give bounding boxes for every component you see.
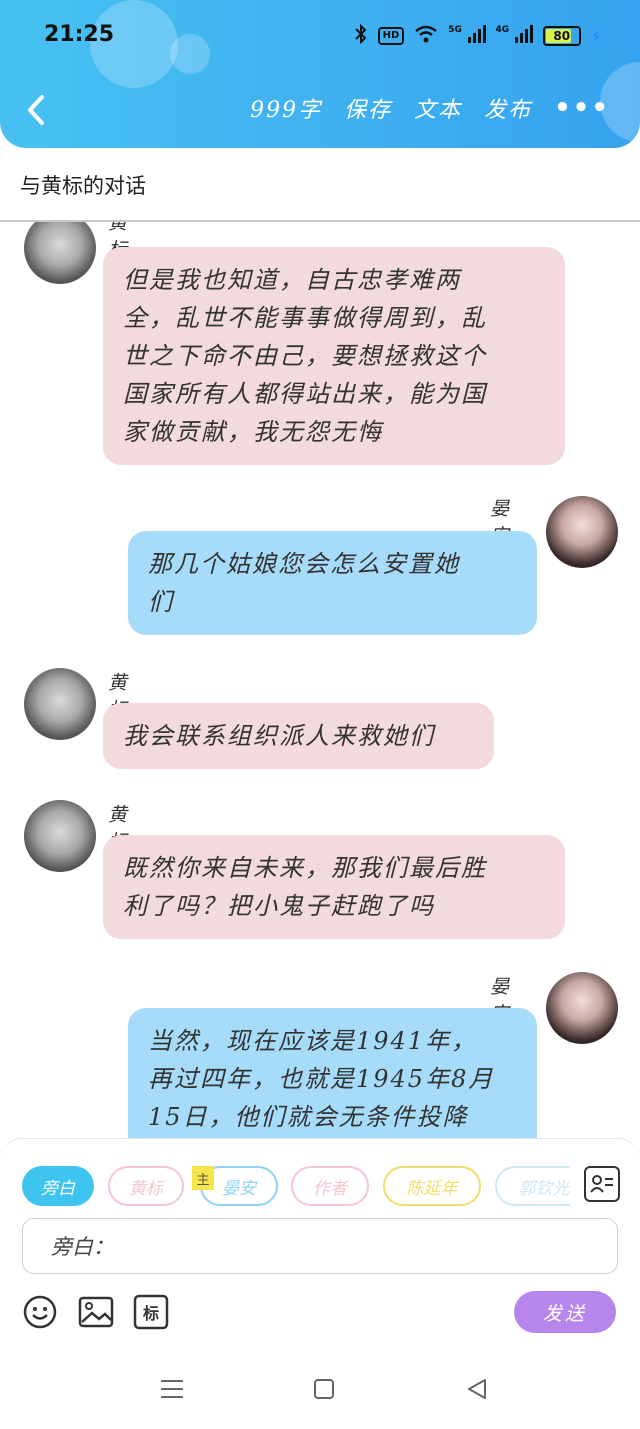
avatar-huangbiao[interactable] <box>24 668 96 740</box>
message-line: 那几个姑娘您会怎么安置她 <box>148 550 460 578</box>
publish-button[interactable]: 发布 <box>484 92 532 124</box>
nav-row: 999字 保存 文本 发布 ••• <box>0 86 640 136</box>
role-chip-author[interactable]: 作者 <box>291 1166 369 1206</box>
message-line: 全，乱世不能事事做得周到，乱 <box>123 304 487 332</box>
nav-actions: 999字 保存 文本 发布 ••• <box>250 92 610 124</box>
emoji-button[interactable] <box>22 1294 58 1330</box>
back-triangle-icon <box>468 1379 486 1399</box>
message-line: 国家所有人都得站出来，能为国 <box>123 380 487 408</box>
avatar-huangbiao[interactable] <box>24 800 96 872</box>
message-bubble[interactable]: 那几个姑娘您会怎么安置她 们 <box>128 531 537 635</box>
hd-badge: HD <box>377 27 405 45</box>
back-nav-button[interactable] <box>462 1374 492 1404</box>
wifi-icon <box>414 25 438 47</box>
message-bubble[interactable]: 当然，现在应该是1941年， 再过四年，也就是1945年8月 15日，他们就会无… <box>128 1008 537 1138</box>
text-button[interactable]: 文本 <box>414 92 462 124</box>
message-line: 世之下命不由己，要想拯救这个 <box>123 342 487 370</box>
role-chip-huangbiao[interactable]: 黄标 <box>108 1166 184 1206</box>
word-count: 999字 <box>250 98 323 123</box>
send-button[interactable]: 发送 <box>514 1291 616 1333</box>
system-navigation-bar <box>0 1350 640 1429</box>
role-list-button[interactable] <box>584 1166 620 1202</box>
signal-4g-icon: 4G <box>496 25 533 47</box>
role-chip-narration[interactable]: 旁白 <box>22 1166 94 1206</box>
message-line: 再过四年，也就是1945年8月 <box>148 1065 495 1093</box>
message-line: 既然你来自未来，那我们最后胜 <box>123 854 487 882</box>
menu-icon <box>161 1380 183 1398</box>
message-line: 15日，他们就会无条件投降 <box>148 1103 469 1131</box>
app-header: 21:25 HD 5G 4G 80 ⚡ 999字 保存 文本 发布 ••• <box>0 0 640 148</box>
home-square-icon <box>314 1379 334 1399</box>
message-line: 利了吗？把小鬼子赶跑了吗 <box>123 892 435 920</box>
status-bar: 21:25 HD 5G 4G 80 ⚡ <box>0 0 640 72</box>
image-button[interactable] <box>78 1294 114 1330</box>
message-bubble[interactable]: 但是我也知道，自古忠孝难两 全，乱世不能事事做得周到，乱 世之下命不由己，要想拯… <box>103 247 565 465</box>
home-nav-button[interactable] <box>309 1374 339 1404</box>
conversation-title-bar: 与黄标的对话 <box>0 148 640 222</box>
battery-icon: 80 <box>542 26 581 46</box>
save-button[interactable]: 保存 <box>344 92 392 124</box>
tag-button[interactable]: 标 <box>133 1294 169 1330</box>
more-icon[interactable]: ••• <box>554 93 610 123</box>
message-bubble[interactable]: 既然你来自未来，那我们最后胜 利了吗？把小鬼子赶跑了吗 <box>103 835 565 939</box>
conversation-title: 与黄标的对话 <box>20 174 146 198</box>
role-chip-chenyannian[interactable]: 陈延年 <box>383 1166 481 1206</box>
role-selector: 旁白 黄标 晏安 作者 陈延年 郭钦光 <box>22 1166 570 1208</box>
message-line: 家做贡献，我无怨无悔 <box>123 418 383 446</box>
status-icons: HD 5G 4G 80 ⚡ <box>354 23 602 48</box>
charging-icon: ⚡ <box>590 26 602 46</box>
message-input[interactable] <box>23 1219 617 1273</box>
image-icon <box>78 1296 114 1328</box>
status-time: 21:25 <box>44 22 115 47</box>
contact-card-icon <box>590 1175 613 1193</box>
back-button[interactable] <box>20 92 52 128</box>
signal-5g-icon: 5G <box>448 25 486 47</box>
message-line: 但是我也知道，自古忠孝难两 <box>123 266 461 294</box>
avatar-yanan[interactable] <box>546 496 618 568</box>
message-line: 们 <box>148 588 174 616</box>
message-line: 我会联系组织派人来救她们 <box>123 722 435 750</box>
battery-level: 80 <box>553 29 571 43</box>
avatar-huangbiao[interactable] <box>24 222 96 284</box>
chevron-left-icon <box>28 95 44 125</box>
message-line: 当然，现在应该是1941年， <box>148 1027 478 1055</box>
role-chip-guoqinguang[interactable]: 郭钦光 <box>495 1166 570 1206</box>
chat-list[interactable]: 黄标 但是我也知道，自古忠孝难两 全，乱世不能事事做得周到，乱 世之下命不由己，… <box>0 222 640 1138</box>
emoji-icon <box>23 1295 57 1329</box>
bluetooth-icon <box>354 23 368 48</box>
message-bubble[interactable]: 我会联系组织派人来救她们 <box>103 703 494 769</box>
message-input-box[interactable] <box>22 1218 618 1274</box>
tag-label: 标 <box>142 1304 159 1323</box>
main-role-badge: 主 <box>192 1166 214 1190</box>
avatar-yanan[interactable] <box>546 972 618 1044</box>
menu-nav-button[interactable] <box>157 1374 187 1404</box>
